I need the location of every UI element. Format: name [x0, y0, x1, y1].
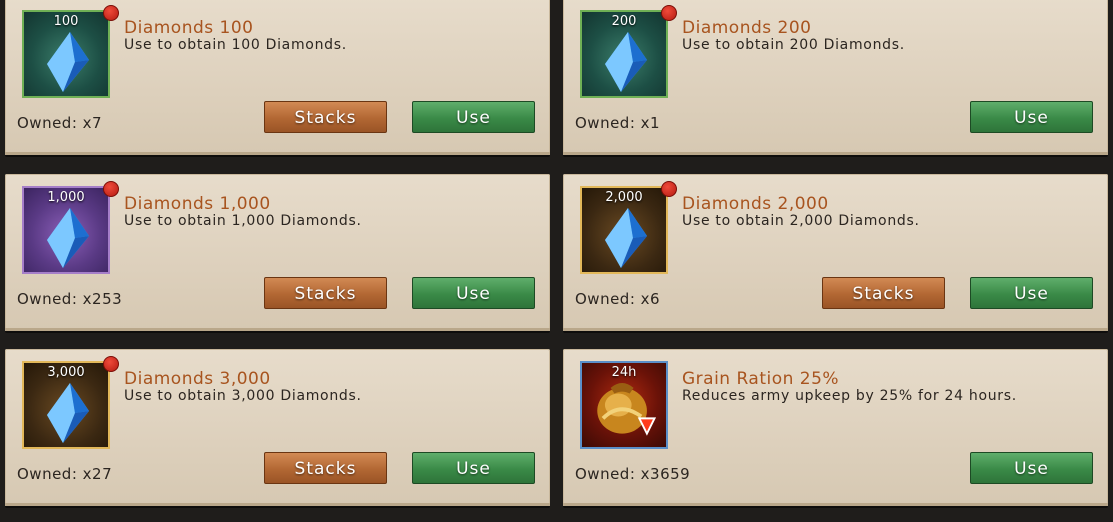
item-owned-count: Owned: x3659	[575, 465, 691, 483]
use-button[interactable]: Use	[970, 452, 1093, 484]
item-title: Diamonds 2,000	[682, 194, 829, 214]
blue-diamond-icon	[47, 32, 89, 92]
stacks-button[interactable]: Stacks	[264, 101, 387, 133]
item-owned-count: Owned: x6	[575, 290, 661, 308]
item-amount-tag: 100	[53, 14, 79, 29]
stacks-button[interactable]: Stacks	[264, 277, 387, 309]
stacks-button[interactable]: Stacks	[822, 277, 945, 309]
blue-diamond-icon	[605, 32, 647, 92]
notification-badge	[103, 181, 119, 197]
item-card-diamonds-2000: 2,000 Diamonds 2,000 Use to obtain 2,000…	[563, 174, 1108, 331]
item-amount-tag: 24h	[611, 365, 637, 380]
use-button[interactable]: Use	[970, 277, 1093, 309]
use-button[interactable]: Use	[412, 101, 535, 133]
notification-badge	[103, 5, 119, 21]
item-card-diamonds-1000: 1,000 Diamonds 1,000 Use to obtain 1,000…	[5, 174, 550, 331]
item-description: Use to obtain 100 Diamonds.	[124, 37, 347, 53]
item-owned-count: Owned: x253	[17, 290, 123, 308]
item-amount-tag: 200	[611, 14, 637, 29]
item-amount-tag: 2,000	[605, 190, 643, 205]
item-amount-tag: 3,000	[47, 365, 85, 380]
item-icon-frame[interactable]: 3,000	[22, 361, 110, 449]
item-icon-frame[interactable]: 1,000	[22, 186, 110, 274]
item-title: Diamonds 1,000	[124, 194, 271, 214]
blue-diamond-icon	[47, 208, 89, 268]
item-amount-tag: 1,000	[47, 190, 85, 205]
notification-badge	[661, 181, 677, 197]
item-card-diamonds-100: 100 Diamonds 100 Use to obtain 100 Diamo…	[5, 0, 550, 155]
use-button[interactable]: Use	[970, 101, 1093, 133]
item-description: Use to obtain 1,000 Diamonds.	[124, 213, 362, 229]
item-description: Use to obtain 2,000 Diamonds.	[682, 213, 920, 229]
item-title: Diamonds 200	[682, 18, 812, 38]
item-description: Use to obtain 200 Diamonds.	[682, 37, 905, 53]
notification-badge	[103, 356, 119, 372]
item-description: Reduces army upkeep by 25% for 24 hours.	[682, 388, 1017, 404]
notification-badge	[661, 5, 677, 21]
item-owned-count: Owned: x7	[17, 114, 103, 132]
item-card-diamonds-200: 200 Diamonds 200 Use to obtain 200 Diamo…	[563, 0, 1108, 155]
item-title: Grain Ration 25%	[682, 369, 840, 389]
item-owned-count: Owned: x27	[17, 465, 113, 483]
blue-diamond-icon	[47, 383, 89, 443]
stacks-button[interactable]: Stacks	[264, 452, 387, 484]
item-card-grain-ration: 24h Grain Ration 25% Reduces army upkeep…	[563, 349, 1108, 506]
item-icon-frame[interactable]: 2,000	[580, 186, 668, 274]
item-title: Diamonds 100	[124, 18, 254, 38]
use-button[interactable]: Use	[412, 277, 535, 309]
item-icon-frame[interactable]: 200	[580, 10, 668, 98]
item-icon-frame[interactable]: 24h	[580, 361, 668, 449]
use-button[interactable]: Use	[412, 452, 535, 484]
item-card-diamonds-3000: 3,000 Diamonds 3,000 Use to obtain 3,000…	[5, 349, 550, 506]
blue-diamond-icon	[605, 208, 647, 268]
item-description: Use to obtain 3,000 Diamonds.	[124, 388, 362, 404]
item-title: Diamonds 3,000	[124, 369, 271, 389]
item-owned-count: Owned: x1	[575, 114, 661, 132]
item-icon-frame[interactable]: 100	[22, 10, 110, 98]
